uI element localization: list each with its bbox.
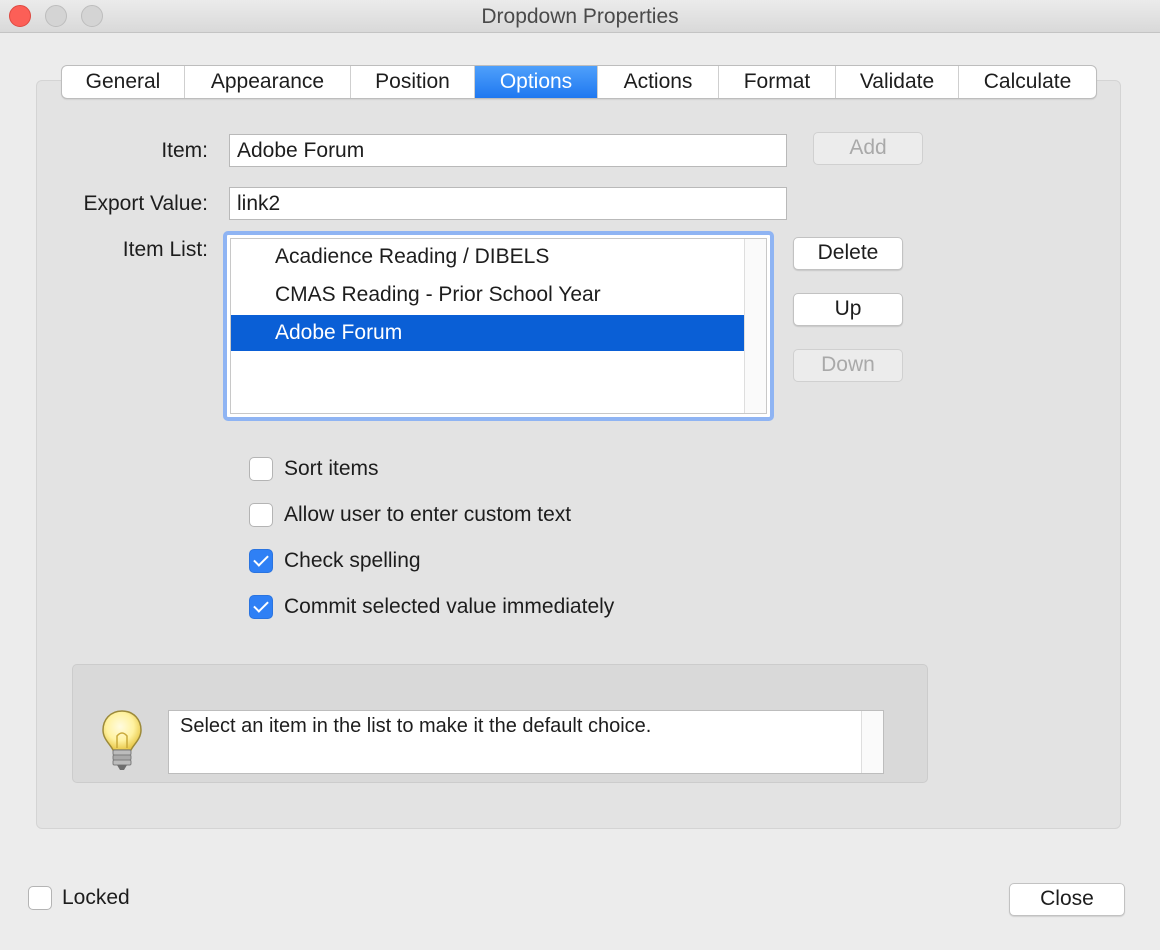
allow-custom-text-label: Allow user to enter custom text	[284, 503, 572, 526]
tab-position[interactable]: Position	[351, 66, 475, 98]
sort-items-label: Sort items	[284, 457, 379, 480]
locked-row[interactable]: Locked	[28, 885, 130, 911]
commit-immediately-row[interactable]: Commit selected value immediately	[249, 594, 614, 620]
item-input[interactable]: Adobe Forum	[229, 134, 787, 167]
locked-checkbox[interactable]	[28, 886, 52, 910]
window-title: Dropdown Properties	[481, 5, 679, 28]
sort-items-checkbox[interactable]	[249, 457, 273, 481]
item-list-focus-ring: Acadience Reading / DIBELS CMAS Reading …	[223, 231, 774, 421]
check-spelling-label: Check spelling	[284, 549, 421, 572]
locked-label: Locked	[62, 886, 130, 909]
commit-immediately-label: Commit selected value immediately	[284, 595, 615, 618]
tab-calculate[interactable]: Calculate	[959, 66, 1096, 98]
tab-general[interactable]: General	[62, 66, 185, 98]
tab-actions[interactable]: Actions	[598, 66, 719, 98]
item-list-scrollbar[interactable]	[744, 239, 766, 413]
hint-scrollbar[interactable]	[861, 711, 883, 773]
item-list-label: Item List:	[122, 238, 208, 261]
list-item[interactable]: Acadience Reading / DIBELS	[231, 239, 745, 275]
close-button[interactable]: Close	[1009, 883, 1125, 916]
check-spelling-row[interactable]: Check spelling	[249, 548, 421, 574]
add-button[interactable]: Add	[813, 132, 923, 165]
hint-text: Select an item in the list to make it th…	[168, 710, 884, 774]
list-item-selected[interactable]: Adobe Forum	[231, 315, 745, 351]
export-value-label: Export Value:	[83, 192, 208, 215]
list-item[interactable]: CMAS Reading - Prior School Year	[231, 277, 745, 313]
tab-options[interactable]: Options	[475, 66, 598, 98]
up-button[interactable]: Up	[793, 293, 903, 326]
down-button[interactable]: Down	[793, 349, 903, 382]
delete-button[interactable]: Delete	[793, 237, 903, 270]
check-spelling-checkbox[interactable]	[249, 549, 273, 573]
item-label: Item:	[161, 139, 208, 162]
lightbulb-icon	[102, 710, 142, 770]
title-bar: Dropdown Properties	[0, 0, 1160, 33]
item-list[interactable]: Acadience Reading / DIBELS CMAS Reading …	[230, 238, 767, 414]
tab-validate[interactable]: Validate	[836, 66, 959, 98]
tab-appearance[interactable]: Appearance	[185, 66, 351, 98]
allow-custom-text-checkbox[interactable]	[249, 503, 273, 527]
hint-message: Select an item in the list to make it th…	[180, 715, 652, 737]
tab-bar: General Appearance Position Options Acti…	[61, 65, 1097, 99]
export-value-input[interactable]: link2	[229, 187, 787, 220]
commit-immediately-checkbox[interactable]	[249, 595, 273, 619]
sort-items-row[interactable]: Sort items	[249, 456, 379, 482]
tab-format[interactable]: Format	[719, 66, 836, 98]
allow-custom-text-row[interactable]: Allow user to enter custom text	[249, 502, 571, 528]
